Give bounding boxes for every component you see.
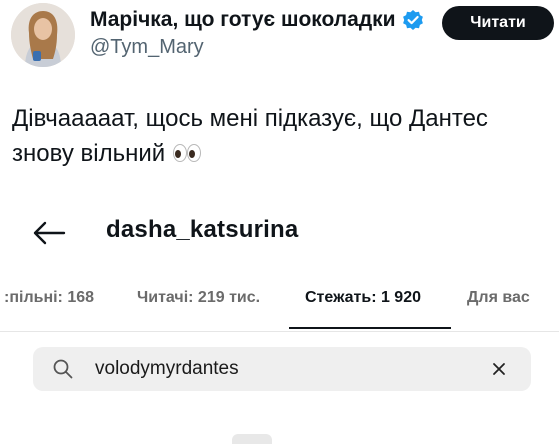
author-name-text[interactable]: Марічка, що готує шоколадки	[90, 8, 396, 32]
list-item	[232, 434, 272, 444]
active-tab-indicator	[289, 327, 451, 329]
tab-following[interactable]: Стежать: 1 920	[305, 289, 421, 307]
tab-followers[interactable]: Читачі: 219 тис.	[137, 289, 260, 307]
user-avatar	[11, 3, 75, 67]
follow-button[interactable]: Читати	[442, 6, 554, 40]
search-icon	[53, 359, 73, 379]
tab-mutual[interactable]: :пільні: 168	[4, 289, 94, 307]
profile-tabs: :пільні: 168 Читачі: 219 тис. Стежать: 1…	[0, 283, 559, 332]
verified-badge-icon	[402, 10, 423, 30]
avatar[interactable]	[11, 3, 75, 67]
search-input[interactable]: volodymyrdantes	[33, 347, 531, 391]
author-display-name[interactable]: Марічка, що готує шоколадки	[90, 8, 424, 32]
tweet-text-content: Дівчааааат, щось мені підказує, що Данте…	[12, 105, 488, 167]
tab-for-you[interactable]: Для вас	[467, 289, 530, 307]
back-arrow-icon[interactable]	[32, 221, 66, 245]
tweet-text: Дівчааааат, щось мені підказує, що Данте…	[12, 101, 542, 171]
close-icon[interactable]	[491, 361, 507, 377]
eyes-emoji-icon	[172, 144, 201, 162]
search-value[interactable]: volodymyrdantes	[95, 358, 239, 380]
profile-username: dasha_katsurina	[106, 216, 299, 243]
author-handle[interactable]: @Tym_Mary	[90, 36, 204, 59]
